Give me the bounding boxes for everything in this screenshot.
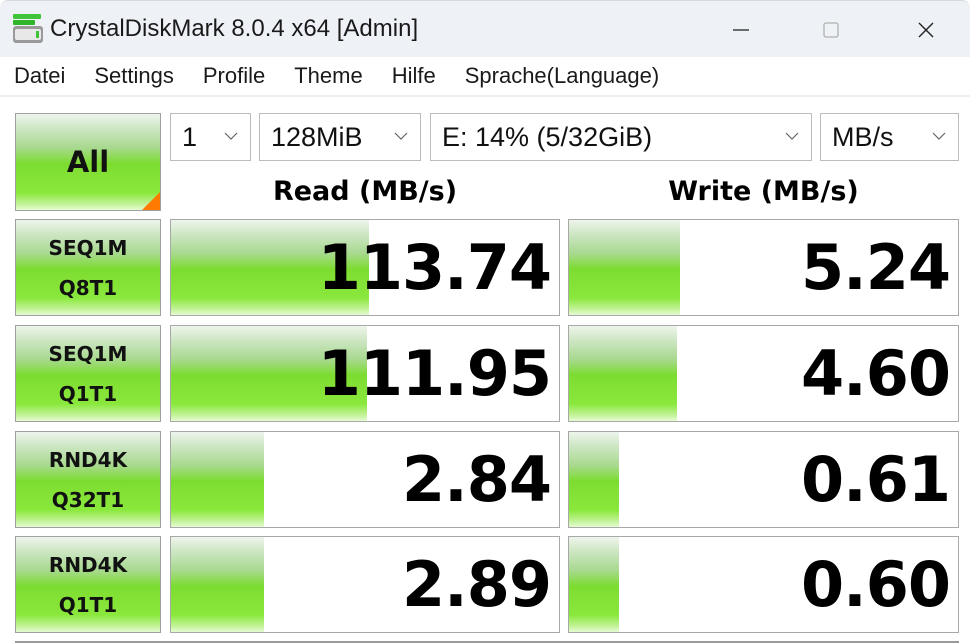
read-value: 2.89: [402, 548, 552, 621]
chevron-down-icon: [394, 132, 408, 140]
minimize-button[interactable]: [706, 1, 776, 58]
read-value: 2.84: [402, 443, 552, 516]
test-size-select[interactable]: 128MiB: [259, 113, 421, 161]
unit-select[interactable]: MB/s: [820, 113, 959, 161]
write-value: 0.61: [801, 443, 951, 516]
test-params: Q8T1: [58, 275, 118, 300]
chevron-down-icon: [785, 132, 799, 140]
read-value: 111.95: [317, 337, 552, 410]
minimize-icon: [733, 28, 749, 31]
write-result-cell: 4.60: [568, 325, 959, 422]
menu-theme[interactable]: Theme: [294, 63, 362, 89]
read-result-cell: 2.89: [170, 536, 560, 633]
test-name: SEQ1M: [48, 341, 128, 366]
test-name: SEQ1M: [48, 235, 128, 260]
test-params: Q32T1: [51, 487, 125, 512]
test-size-value: 128MiB: [271, 121, 363, 152]
run-all-button[interactable]: All: [15, 113, 161, 211]
test-rnd4k-q32t1-button[interactable]: RND4K Q32T1: [15, 431, 161, 528]
menu-profile[interactable]: Profile: [203, 63, 265, 89]
drive-value: E: 14% (5/32GiB): [442, 121, 653, 152]
test-rnd4k-q1t1-button[interactable]: RND4K Q1T1: [15, 536, 161, 633]
read-value: 113.74: [317, 231, 552, 304]
read-progress-bar: [171, 432, 265, 527]
write-progress-bar: [569, 326, 678, 421]
chevron-down-icon: [224, 132, 238, 140]
menu-hilfe[interactable]: Hilfe: [392, 63, 436, 89]
read-result-cell: 2.84: [170, 431, 560, 528]
write-result-cell: 0.60: [568, 536, 959, 633]
maximize-icon: [823, 21, 839, 38]
corner-accent-icon: [142, 192, 160, 210]
unit-value: MB/s: [832, 121, 894, 152]
crystaldiskmark-drive-icon: [13, 14, 43, 43]
read-result-cell: 111.95: [170, 325, 560, 422]
run-all-label: All: [66, 145, 110, 179]
read-progress-bar: [171, 537, 265, 632]
menu-datei[interactable]: Datei: [14, 63, 65, 89]
write-progress-bar: [569, 537, 619, 632]
write-result-cell: 5.24: [568, 219, 959, 316]
write-progress-bar: [569, 220, 680, 315]
test-count-value: 1: [182, 121, 198, 152]
test-count-select[interactable]: 1: [170, 113, 251, 161]
close-button[interactable]: [891, 1, 961, 58]
write-column-header: Write (MB/s): [668, 176, 859, 207]
maximize-button[interactable]: [796, 1, 866, 58]
write-progress-bar: [569, 432, 619, 527]
write-value: 0.60: [801, 548, 951, 621]
test-seq1m-q8t1-button[interactable]: SEQ1M Q8T1: [15, 219, 161, 316]
menu-bar: Datei Settings Profile Theme Hilfe Sprac…: [0, 57, 970, 97]
test-seq1m-q1t1-button[interactable]: SEQ1M Q1T1: [15, 325, 161, 422]
write-value: 4.60: [801, 337, 951, 410]
read-result-cell: 113.74: [170, 219, 560, 316]
write-value: 5.24: [801, 231, 951, 304]
read-column-header: Read (MB/s): [272, 176, 458, 207]
menu-language[interactable]: Sprache(Language): [465, 63, 659, 89]
write-result-cell: 0.61: [568, 431, 959, 528]
test-name: RND4K: [48, 552, 128, 577]
close-icon: [918, 22, 934, 37]
test-name: RND4K: [48, 447, 128, 472]
title-bar: CrystalDiskMark 8.0.4 x64 [Admin]: [0, 0, 970, 57]
test-params: Q1T1: [58, 381, 118, 406]
window-title: CrystalDiskMark 8.0.4 x64 [Admin]: [50, 15, 419, 42]
test-params: Q1T1: [58, 592, 118, 617]
drive-select[interactable]: E: 14% (5/32GiB): [430, 113, 812, 161]
chevron-down-icon: [932, 132, 946, 140]
menu-settings[interactable]: Settings: [94, 63, 174, 89]
